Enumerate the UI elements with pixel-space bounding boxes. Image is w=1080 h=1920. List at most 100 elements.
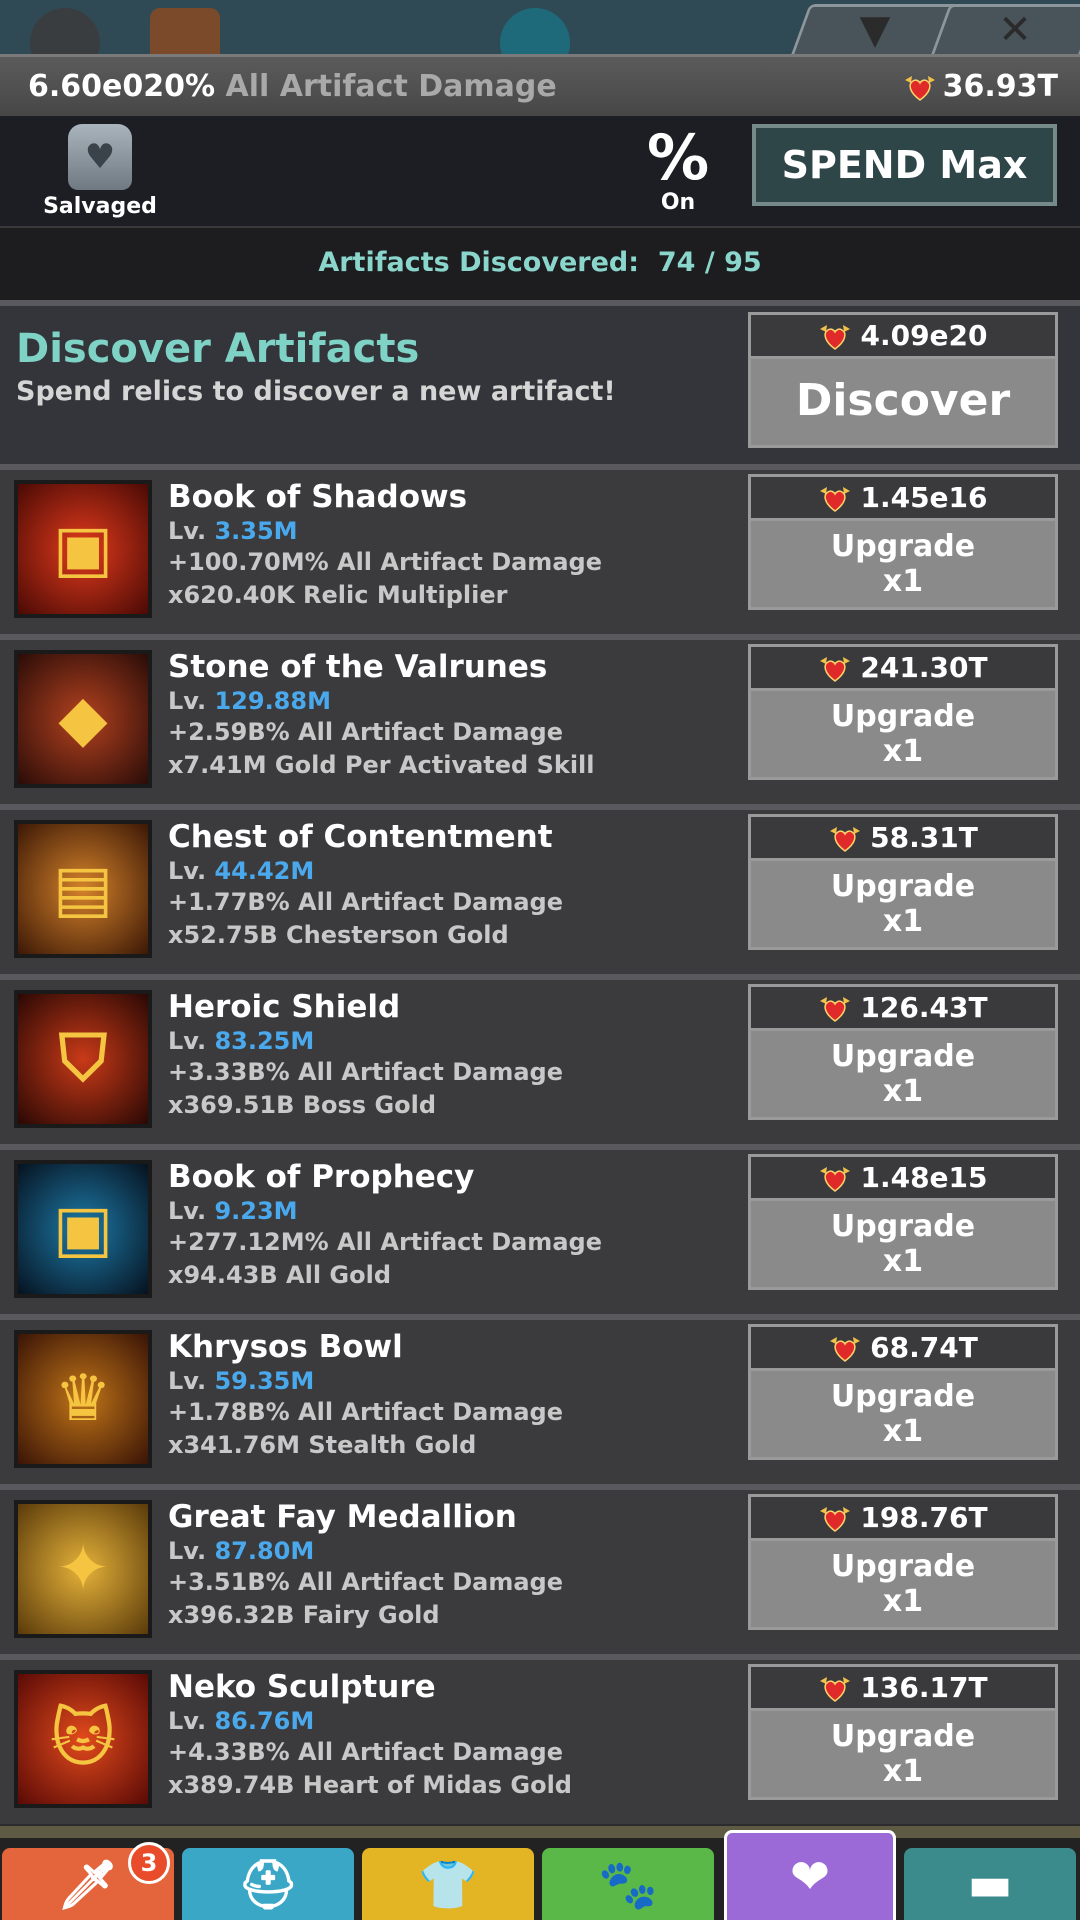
artifact-row: ♛ Khrysos Bowl Lv. 59.35M +1.78B% All Ar… bbox=[0, 1314, 1080, 1484]
artifact-row: 🐱 Neko Sculpture Lv. 86.76M +4.33B% All … bbox=[0, 1654, 1080, 1824]
gold-bowl-icon: ♛ bbox=[18, 1334, 148, 1464]
tab-artifacts[interactable]: ❤ bbox=[724, 1830, 896, 1920]
artifact-info: Book of Shadows Lv. 3.35M +100.70M% All … bbox=[168, 478, 602, 612]
upgrade-label: Upgrade bbox=[830, 1039, 976, 1074]
artifact-icon-frame: ♛ bbox=[14, 1330, 152, 1468]
salvaged-button[interactable]: ♥ Salvaged bbox=[40, 124, 160, 219]
pet-icon: 🐾 bbox=[598, 1856, 658, 1913]
cost-value: 126.43T bbox=[860, 991, 988, 1024]
chest-icon: ▬ bbox=[967, 1856, 1013, 1912]
artifact-name: Stone of the Valrunes bbox=[168, 649, 548, 685]
artifact-bonus-stat: x620.40K Relic Multiplier bbox=[168, 581, 508, 609]
cost-value: 58.31T bbox=[870, 821, 978, 854]
relic-icon bbox=[818, 1673, 852, 1703]
cost-value: 1.45e16 bbox=[860, 481, 988, 514]
cost-value: 198.76T bbox=[860, 1501, 988, 1534]
artifact-damage-stat: +277.12M% All Artifact Damage bbox=[168, 1228, 602, 1256]
tab-pets[interactable]: 🐾 bbox=[542, 1848, 714, 1920]
artifact-level: Lv. 83.25M bbox=[168, 1027, 315, 1055]
discover-subtitle: Spend relics to discover a new artifact! bbox=[16, 376, 616, 407]
artifact-info: Heroic Shield Lv. 83.25M +3.33B% All Art… bbox=[168, 988, 563, 1122]
artifacts-discovered: Artifacts Discovered: 74 / 95 bbox=[0, 226, 1080, 300]
orb-icon bbox=[500, 8, 570, 56]
upgrade-cost: 126.43T bbox=[751, 987, 1055, 1031]
discover-label: Discover bbox=[795, 375, 1011, 426]
cat-sculpture-icon: 🐱 bbox=[18, 1674, 148, 1804]
artifact-icon-frame: 🐱 bbox=[14, 1670, 152, 1808]
artifact-name: Book of Prophecy bbox=[168, 1159, 475, 1195]
artifact-icon-frame: ◆ bbox=[14, 650, 152, 788]
upgrade-label: Upgrade bbox=[830, 869, 976, 904]
gear-icon bbox=[30, 8, 100, 56]
artifact-damage-stat: +3.33B% All Artifact Damage bbox=[168, 1058, 563, 1086]
upgrade-button[interactable]: 68.74T Upgrade x1 bbox=[748, 1324, 1058, 1460]
spend-max-button[interactable]: SPEND Max bbox=[752, 124, 1057, 206]
artifact-row: ▤ Chest of Contentment Lv. 44.42M +1.77B… bbox=[0, 804, 1080, 974]
discover-cost: 4.09e20 bbox=[751, 315, 1055, 359]
salvaged-label: Salvaged bbox=[43, 194, 157, 219]
shield-icon: ⛉ bbox=[18, 994, 148, 1124]
artifact-level: Lv. 86.76M bbox=[168, 1707, 315, 1735]
upgrade-button[interactable]: 136.17T Upgrade x1 bbox=[748, 1664, 1058, 1800]
discover-button[interactable]: 4.09e20 Discover bbox=[748, 312, 1058, 448]
artifact-bonus-stat: x7.41M Gold Per Activated Skill bbox=[168, 751, 595, 779]
relic-icon bbox=[818, 321, 852, 351]
upgrade-button[interactable]: 126.43T Upgrade x1 bbox=[748, 984, 1058, 1120]
upgrade-button[interactable]: 1.45e16 Upgrade x1 bbox=[748, 474, 1058, 610]
upgrade-label: Upgrade bbox=[830, 1209, 976, 1244]
artifact-bonus-stat: x94.43B All Gold bbox=[168, 1261, 392, 1289]
relic-balance: 36.93T bbox=[903, 69, 1058, 104]
artifact-level: Lv. 129.88M bbox=[168, 687, 331, 715]
upgrade-multiplier: x1 bbox=[882, 1584, 924, 1619]
upgrade-button[interactable]: 241.30T Upgrade x1 bbox=[748, 644, 1058, 780]
winged-medallion-icon: ✦ bbox=[18, 1504, 148, 1634]
tab-heroes[interactable]: ⛑ bbox=[182, 1848, 354, 1920]
artifact-name: Book of Shadows bbox=[168, 479, 468, 515]
artifact-bonus-stat: x341.76M Stealth Gold bbox=[168, 1431, 477, 1459]
artifact-level: Lv. 59.35M bbox=[168, 1367, 315, 1395]
tab-shop[interactable]: ▬ bbox=[904, 1848, 1076, 1920]
close-panel-button[interactable]: ✕ bbox=[930, 4, 1080, 56]
tab-equipment[interactable]: 👕 bbox=[362, 1848, 534, 1920]
relic-heart-icon: ❤ bbox=[789, 1848, 831, 1905]
tab-sword[interactable]: 🗡 3 bbox=[2, 1842, 174, 1920]
upgrade-cost: 1.45e16 bbox=[751, 477, 1055, 521]
percent-toggle[interactable]: % On bbox=[628, 121, 728, 216]
artifact-icon-frame: ✦ bbox=[14, 1500, 152, 1638]
artifact-row: ⛉ Heroic Shield Lv. 83.25M +3.33B% All A… bbox=[0, 974, 1080, 1144]
relic-icon bbox=[818, 1163, 852, 1193]
upgrade-button[interactable]: 198.76T Upgrade x1 bbox=[748, 1494, 1058, 1630]
upgrade-multiplier: x1 bbox=[882, 1754, 924, 1789]
relic-icon bbox=[828, 823, 862, 853]
tunic-icon: 👕 bbox=[418, 1856, 478, 1913]
artifact-damage-stat: +4.33B% All Artifact Damage bbox=[168, 1738, 563, 1766]
percent-symbol: % bbox=[646, 121, 710, 194]
artifact-level: Lv. 87.80M bbox=[168, 1537, 315, 1565]
artifact-level: Lv. 3.35M bbox=[168, 517, 298, 545]
cost-value: 241.30T bbox=[860, 651, 988, 684]
upgrade-cost: 198.76T bbox=[751, 1497, 1055, 1541]
artifact-info: Great Fay Medallion Lv. 87.80M +3.51B% A… bbox=[168, 1498, 563, 1632]
relic-total: 36.93T bbox=[942, 69, 1058, 104]
artifact-damage-stat: +100.70M% All Artifact Damage bbox=[168, 548, 602, 576]
artifact-damage-header: 6.60e020% All Artifact Damage 36.93T bbox=[0, 54, 1080, 116]
artifact-level: Lv. 44.42M bbox=[168, 857, 315, 885]
artifact-info: Chest of Contentment Lv. 44.42M +1.77B% … bbox=[168, 818, 563, 952]
notification-badge: 3 bbox=[128, 1842, 170, 1884]
upgrade-cost: 68.74T bbox=[751, 1327, 1055, 1371]
blue-book-icon: ▣ bbox=[18, 1164, 148, 1294]
upgrade-multiplier: x1 bbox=[882, 1244, 924, 1279]
discovered-count: 74 / 95 bbox=[657, 247, 762, 278]
artifact-name: Great Fay Medallion bbox=[168, 1499, 517, 1535]
upgrade-cost: 136.17T bbox=[751, 1667, 1055, 1711]
artifact-row: ✦ Great Fay Medallion Lv. 87.80M +3.51B%… bbox=[0, 1484, 1080, 1654]
artifact-damage-stat: +1.78B% All Artifact Damage bbox=[168, 1398, 563, 1426]
discover-artifacts-row: Discover Artifacts Spend relics to disco… bbox=[0, 300, 1080, 464]
cost-value: 136.17T bbox=[860, 1671, 988, 1704]
artifact-damage-stat: +3.51B% All Artifact Damage bbox=[168, 1568, 563, 1596]
upgrade-button[interactable]: 58.31T Upgrade x1 bbox=[748, 814, 1058, 950]
upgrade-button[interactable]: 1.48e15 Upgrade x1 bbox=[748, 1154, 1058, 1290]
artifact-level: Lv. 9.23M bbox=[168, 1197, 298, 1225]
cost-value: 1.48e15 bbox=[860, 1161, 988, 1194]
viking-helmet-icon: ⛑ bbox=[237, 1856, 299, 1913]
